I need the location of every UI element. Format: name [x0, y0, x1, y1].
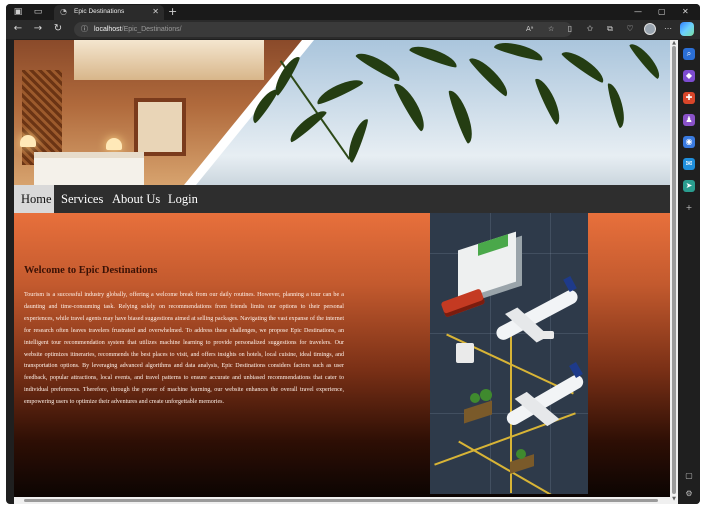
- maximize-button[interactable]: ▢: [658, 5, 666, 19]
- tab-close-icon[interactable]: ✕: [152, 6, 159, 18]
- lamp-icon: [106, 138, 122, 150]
- read-aloud-icon[interactable]: Aᵃ: [526, 23, 534, 36]
- address-url: localhost/Epic_Destinations/: [94, 23, 182, 36]
- profile-icon[interactable]: [644, 23, 656, 35]
- horizontal-scroll-thumb[interactable]: [24, 499, 658, 502]
- service-vehicle: [540, 331, 554, 339]
- tab-strip: ▣ ▭ ◔ Epic Destinations ✕ + — ▢ ✕: [6, 4, 700, 20]
- nav-login[interactable]: Login: [168, 185, 198, 213]
- tree: [516, 449, 526, 459]
- search-icon[interactable]: ⌕: [683, 48, 695, 60]
- browser-essentials-icon[interactable]: ♡: [624, 23, 636, 35]
- reload-button[interactable]: ↻: [52, 23, 64, 35]
- more-icon[interactable]: ⋯: [662, 23, 674, 35]
- welcome-heading: Welcome to Epic Destinations: [24, 265, 158, 276]
- browser-window: ▣ ▭ ◔ Epic Destinations ✕ + — ▢ ✕ ← → ↻ …: [6, 4, 700, 504]
- tab-epic-destinations[interactable]: ◔ Epic Destinations ✕: [54, 5, 164, 20]
- lattice-panel: [22, 70, 62, 165]
- address-bar[interactable]: ⓘ localhost/Epic_Destinations/ Aᵃ ☆: [74, 22, 572, 37]
- page-viewport: Home Services About Us Login Welcome to …: [14, 40, 678, 504]
- nav-about-us[interactable]: About Us: [112, 185, 160, 213]
- airplane-1-tail: [563, 275, 577, 293]
- intro-paragraph: Tourism is a successful industry globall…: [24, 292, 344, 406]
- layout-icon[interactable]: ▢: [683, 470, 695, 482]
- games-icon[interactable]: ♟: [683, 114, 695, 126]
- favorites-icon[interactable]: ✩: [584, 23, 596, 35]
- copilot-icon[interactable]: [680, 22, 694, 36]
- drop-icon[interactable]: ➤: [683, 180, 695, 192]
- collections-icon[interactable]: ⧉: [604, 23, 616, 35]
- page-favicon-icon: ◔: [60, 7, 67, 16]
- ceiling-decor: [74, 40, 264, 80]
- horizontal-scrollbar[interactable]: [14, 497, 670, 504]
- tab-actions-icon[interactable]: ▭: [32, 6, 44, 18]
- nav-services[interactable]: Services: [61, 185, 103, 213]
- vertical-scrollbar[interactable]: ▲ ▼: [670, 40, 678, 504]
- bed-image: [34, 152, 144, 185]
- close-window-button[interactable]: ✕: [682, 5, 689, 19]
- tree: [480, 389, 492, 401]
- vertical-scroll-thumb[interactable]: [672, 46, 676, 494]
- add-icon[interactable]: +: [683, 202, 695, 214]
- nav-home[interactable]: Home: [14, 185, 54, 213]
- grid-line: [550, 213, 551, 494]
- url-path: /Epic_Destinations/: [121, 26, 182, 33]
- tab-title: Epic Destinations: [74, 8, 125, 15]
- main-section: Welcome to Epic Destinations Tourism is …: [14, 213, 672, 498]
- airport-image: [430, 213, 588, 494]
- tools-icon[interactable]: ✚: [683, 92, 695, 104]
- tree: [470, 393, 480, 403]
- hero-banner: [14, 40, 672, 185]
- minimize-button[interactable]: —: [634, 5, 642, 19]
- outlook-icon[interactable]: ✉: [683, 158, 695, 170]
- new-tab-button[interactable]: +: [168, 5, 177, 19]
- scroll-down-icon[interactable]: ▼: [670, 496, 678, 502]
- site-navbar: Home Services About Us Login: [14, 185, 672, 213]
- office-icon[interactable]: ◉: [683, 136, 695, 148]
- shopping-icon[interactable]: ◆: [683, 70, 695, 82]
- split-screen-icon[interactable]: ▯: [564, 23, 576, 35]
- url-host: localhost: [94, 26, 122, 33]
- workspaces-icon[interactable]: ▣: [12, 6, 24, 18]
- room-window: [134, 98, 186, 156]
- edge-sidebar: ⌕ ◆ ✚ ♟ ◉ ✉ ➤ + ▢ ⚙: [678, 40, 700, 504]
- planter-box: [464, 400, 492, 424]
- back-button[interactable]: ←: [12, 23, 24, 35]
- favorite-star-icon[interactable]: ☆: [548, 23, 554, 36]
- lamp-icon: [20, 135, 36, 147]
- service-truck: [456, 343, 474, 363]
- site-info-icon[interactable]: ⓘ: [81, 23, 88, 36]
- browser-toolbar: ← → ↻ ⓘ localhost/Epic_Destinations/ Aᵃ …: [6, 20, 700, 39]
- forward-button[interactable]: →: [32, 23, 44, 35]
- settings-icon[interactable]: ⚙: [683, 488, 695, 500]
